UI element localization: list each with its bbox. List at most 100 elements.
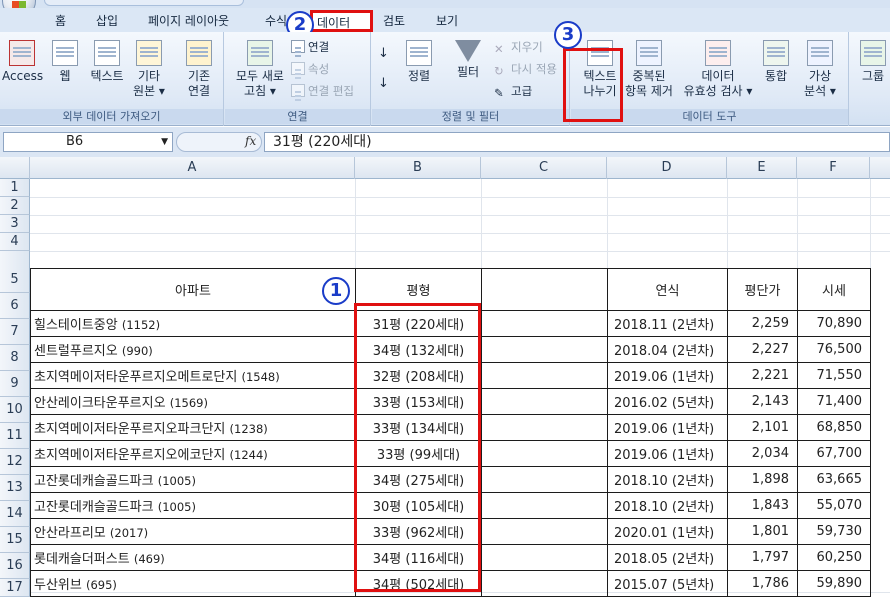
row-header-14[interactable]: 14 (0, 501, 30, 527)
cell-price-per[interactable]: 2,034 (727, 440, 798, 467)
cell-price-per[interactable]: 2,143 (727, 388, 798, 415)
tab-data-highlight[interactable]: 데이터 (310, 10, 373, 32)
advanced-button[interactable]: ✎ 고급 (494, 83, 532, 100)
row-header-8[interactable]: 8 (0, 345, 30, 371)
cell-blank[interactable] (481, 362, 608, 389)
fx-icon[interactable]: fx (245, 134, 256, 148)
header-price-per[interactable]: 평단가 (727, 268, 798, 311)
worksheet-grid[interactable]: A B C D E F 1 2 3 4 5 6 7 8 9 10 11 12 13 14 15 16 17 아파… (0, 157, 890, 609)
sort-za-button[interactable]: ↓ (378, 76, 389, 91)
cell-price-per[interactable]: 1,898 (727, 466, 798, 493)
reapply-button[interactable]: ↻ 다시 적용 (494, 61, 557, 78)
header-market[interactable]: 시세 (797, 268, 871, 311)
quick-access-toolbar[interactable] (44, 0, 244, 6)
tab-home[interactable]: 홈 (55, 12, 66, 29)
cell-blank[interactable] (481, 492, 608, 519)
row-header-1[interactable]: 1 (0, 179, 30, 197)
cell-blank[interactable] (481, 544, 608, 571)
column-header-d[interactable]: D (607, 157, 727, 179)
cell-market[interactable]: 59,730 (797, 518, 871, 545)
row-header-12[interactable]: 12 (0, 449, 30, 475)
row-header-3[interactable]: 3 (0, 215, 30, 233)
tab-page-layout[interactable]: 페이지 레이아웃 (148, 12, 229, 29)
cell-market[interactable]: 63,665 (797, 466, 871, 493)
cell-blank[interactable] (481, 570, 608, 597)
cell-year[interactable]: 2018.10 (2년차) (607, 492, 728, 519)
cell-year[interactable]: 2019.06 (1년차) (607, 440, 728, 467)
cell-year[interactable]: 2016.02 (5년차) (607, 388, 728, 415)
cell-apartment[interactable]: 초지역메이저타운푸르지오메트로단지 (1548) (30, 362, 356, 389)
properties-button[interactable]: 속성 (291, 61, 329, 77)
row-header-16[interactable]: 16 (0, 553, 30, 579)
cell-apartment[interactable]: 두산위브 (695) (30, 570, 356, 597)
cell-apartment[interactable]: 힐스테이트중앙 (1152) (30, 310, 356, 337)
row-header-13[interactable]: 13 (0, 475, 30, 501)
select-all-corner[interactable] (0, 157, 30, 179)
cell-price-per[interactable]: 1,797 (727, 544, 798, 571)
filter-button[interactable]: 필터 (448, 40, 488, 80)
row-header-11[interactable]: 11 (0, 423, 30, 449)
cell-year[interactable]: 2018.04 (2년차) (607, 336, 728, 363)
cell-price-per[interactable]: 2,101 (727, 414, 798, 441)
existing-connections-button[interactable]: 기존 연결 (178, 40, 220, 99)
cell-price-per[interactable]: 1,786 (727, 570, 798, 597)
row-header-5[interactable]: 5 (0, 251, 30, 293)
name-box[interactable]: B6 ▼ (3, 132, 173, 152)
cell-price-per[interactable]: 1,801 (727, 518, 798, 545)
cell-year[interactable]: 2020.01 (1년차) (607, 518, 728, 545)
cell-market[interactable]: 71,550 (797, 362, 871, 389)
cell-market[interactable]: 76,500 (797, 336, 871, 363)
cell-market[interactable]: 71,400 (797, 388, 871, 415)
cell-apartment[interactable]: 안산레이크타운푸르지오 (1569) (30, 388, 356, 415)
cell-blank[interactable] (481, 440, 608, 467)
row-header-10[interactable]: 10 (0, 397, 30, 423)
remove-duplicates-button[interactable]: 중복된 항목 제거 (621, 40, 677, 99)
row-header-4[interactable]: 4 (0, 233, 30, 251)
tab-formulas[interactable]: 수식 (265, 12, 287, 29)
cell-year[interactable]: 2018.10 (2년차) (607, 466, 728, 493)
cell-apartment[interactable]: 고잔롯데캐슬골드파크 (1005) (30, 466, 356, 493)
cell-apartment[interactable]: 고잔롯데캐슬골드파크 (1005) (30, 492, 356, 519)
column-header-b[interactable]: B (355, 157, 481, 179)
consolidate-button[interactable]: 통합 (759, 40, 793, 84)
cell-market[interactable]: 68,850 (797, 414, 871, 441)
column-header-f[interactable]: F (797, 157, 870, 179)
refresh-all-button[interactable]: 모두 새로 고침 ▾ (231, 40, 289, 99)
cell-market[interactable]: 70,890 (797, 310, 871, 337)
clear-button[interactable]: ✕ 지우기 (494, 39, 543, 56)
cell-blank[interactable] (481, 466, 608, 493)
cell-price-per[interactable]: 2,259 (727, 310, 798, 337)
chevron-down-icon[interactable]: ▼ (161, 133, 168, 151)
cell-price-per[interactable]: 2,227 (727, 336, 798, 363)
row-header-17[interactable]: 17 (0, 579, 30, 597)
what-if-button[interactable]: 가상 분석 ▾ (797, 40, 843, 99)
cell-market[interactable]: 59,890 (797, 570, 871, 597)
tab-review[interactable]: 검토 (383, 12, 405, 29)
row-header-15[interactable]: 15 (0, 527, 30, 553)
tab-view[interactable]: 보기 (436, 12, 458, 29)
connections-button[interactable]: 연결 (291, 39, 329, 55)
tab-insert[interactable]: 삽입 (96, 12, 118, 29)
cell-blank[interactable] (481, 336, 608, 363)
tab-data[interactable]: 데이터 (317, 14, 350, 31)
row-header-2[interactable]: 2 (0, 197, 30, 215)
cell-market[interactable]: 55,070 (797, 492, 871, 519)
cell-price-per[interactable]: 1,843 (727, 492, 798, 519)
data-validation-button[interactable]: 데이터 유효성 검사 ▾ (679, 40, 757, 99)
web-button[interactable]: 웹 (48, 40, 82, 84)
cell-apartment[interactable]: 센트럴푸르지오 (990) (30, 336, 356, 363)
formula-input[interactable]: 31평 (220세대) (264, 132, 890, 152)
cell-price-per[interactable]: 2,221 (727, 362, 798, 389)
header-blank[interactable] (481, 268, 608, 311)
cell-market[interactable]: 67,700 (797, 440, 871, 467)
edit-links-button[interactable]: 연결 편집 (291, 83, 354, 99)
row-header-7[interactable]: 7 (0, 319, 30, 345)
cell-blank[interactable] (481, 310, 608, 337)
cell-blank[interactable] (481, 388, 608, 415)
text-import-button[interactable]: 텍스트 (86, 40, 128, 84)
cell-year[interactable]: 2019.06 (1년차) (607, 414, 728, 441)
access-button[interactable]: Access (2, 40, 43, 84)
cell-year[interactable]: 2019.06 (1년차) (607, 362, 728, 389)
cell-apartment[interactable]: 초지역메이저타운푸르지오에코단지 (1244) (30, 440, 356, 467)
cell-market[interactable]: 60,250 (797, 544, 871, 571)
